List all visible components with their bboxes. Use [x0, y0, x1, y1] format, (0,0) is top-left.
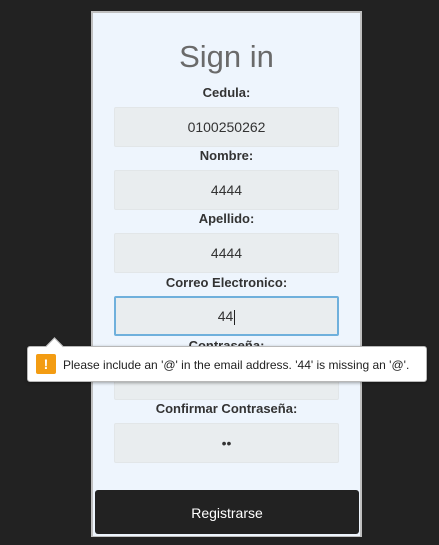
email-input[interactable]: 44 [114, 296, 339, 336]
register-button[interactable]: Registrarse [95, 490, 359, 534]
apellido-input[interactable]: 4444 [114, 233, 339, 273]
validation-message: Please include an '@' in the email addre… [63, 358, 410, 372]
text-caret [234, 309, 236, 325]
confirm-password-label: Confirmar Contraseña: [155, 401, 298, 416]
page-title: Sign in [179, 39, 274, 74]
nombre-input[interactable]: 4444 [114, 170, 339, 210]
email-label: Correo Electronico: [165, 275, 288, 290]
email-input-value: 44 [217, 308, 234, 324]
cedula-label: Cedula: [202, 85, 251, 100]
cedula-input[interactable]: 0100250262 [114, 107, 339, 147]
validation-tooltip: ! Please include an '@' in the email add… [27, 337, 427, 382]
warning-icon: ! [36, 354, 56, 374]
nombre-label: Nombre: [199, 148, 254, 163]
confirm-password-input[interactable]: •• [114, 423, 339, 463]
tooltip-arrow [45, 337, 64, 356]
apellido-label: Apellido: [198, 211, 255, 226]
